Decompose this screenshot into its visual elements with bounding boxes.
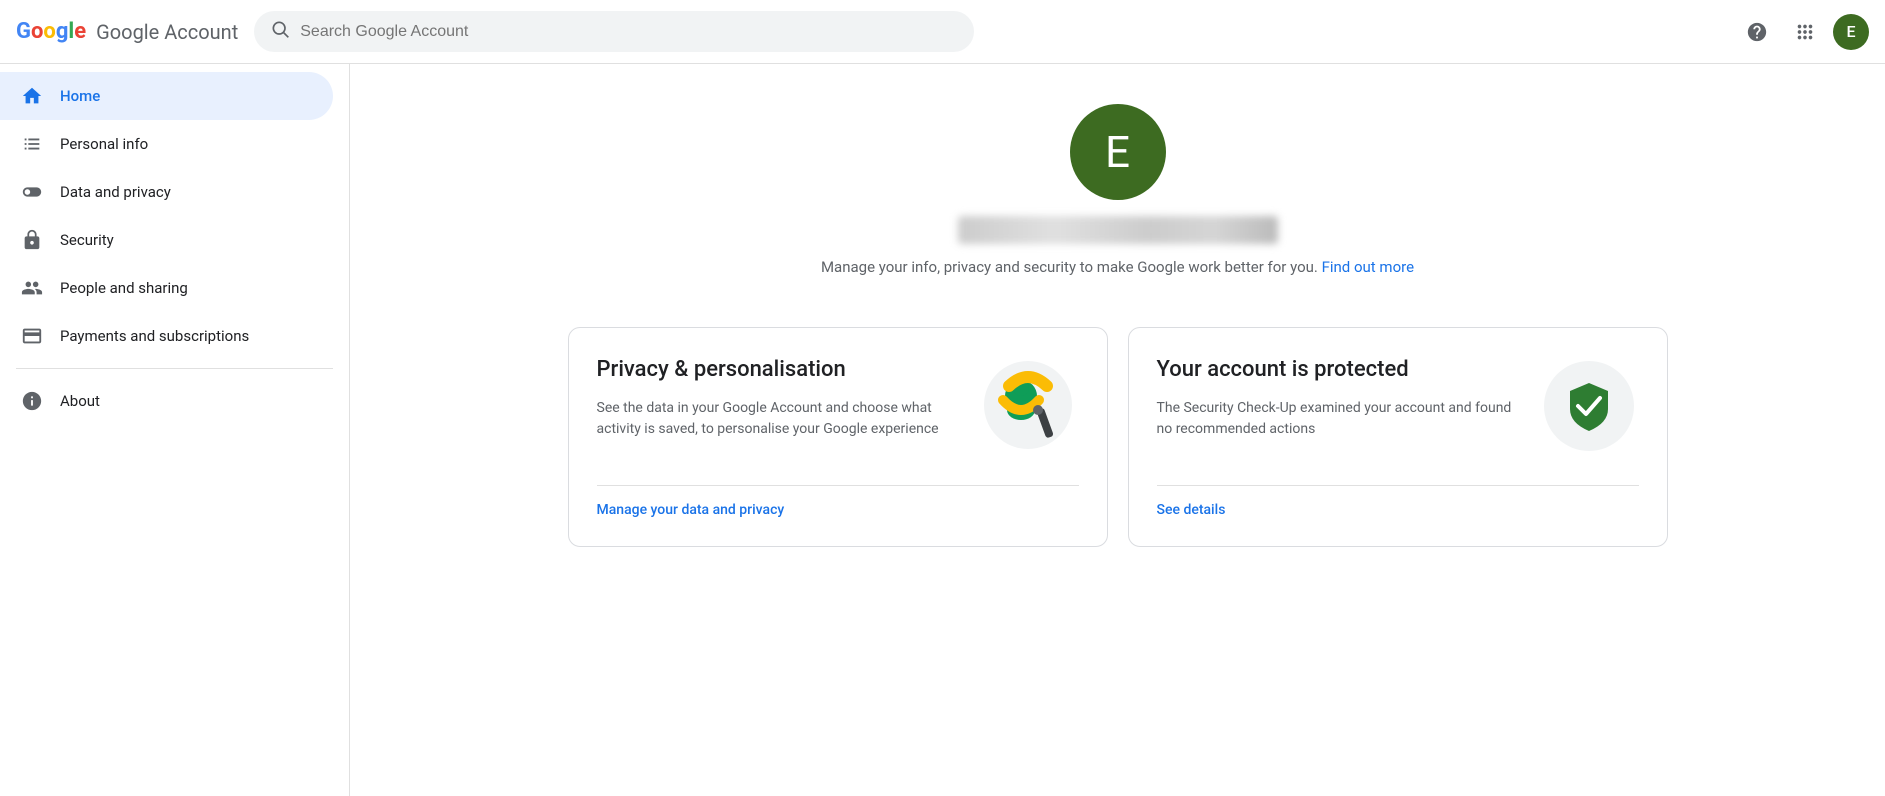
- apps-button[interactable]: [1785, 12, 1825, 52]
- sidebar-payments-label: Payments and subscriptions: [60, 327, 249, 345]
- shield-icon: [1554, 371, 1624, 441]
- search-icon: [270, 19, 290, 44]
- sidebar-item-security[interactable]: Security: [0, 216, 333, 264]
- privacy-card[interactable]: Privacy & personalisation See the data i…: [568, 327, 1108, 547]
- security-card-description: The Security Check-Up examined your acco…: [1157, 398, 1523, 440]
- profile-name-blurred: [958, 216, 1278, 244]
- header-avatar[interactable]: E: [1833, 14, 1869, 50]
- info-icon: [20, 389, 44, 413]
- privacy-illustration: [981, 358, 1076, 453]
- person-icon: [20, 132, 44, 156]
- security-card-text: Your account is protected The Security C…: [1157, 356, 1523, 441]
- profile-section: E Manage your info, privacy and security…: [821, 104, 1414, 311]
- find-out-more-link[interactable]: Find out more: [1322, 258, 1414, 276]
- profile-avatar: E: [1070, 104, 1166, 200]
- page-layout: Home Personal info Data and privacy: [0, 64, 1885, 796]
- search-bar[interactable]: [254, 11, 974, 52]
- privacy-card-content: Privacy & personalisation See the data i…: [597, 356, 1079, 465]
- header: Google Google Account E: [0, 0, 1885, 64]
- security-card-image: [1539, 356, 1639, 456]
- sidebar-divider: [16, 368, 333, 369]
- sidebar-personal-info-label: Personal info: [60, 135, 148, 153]
- privacy-card-image: [979, 356, 1079, 456]
- sidebar-about-label: About: [60, 392, 100, 410]
- lock-icon: [20, 228, 44, 252]
- sidebar-item-people-sharing[interactable]: People and sharing: [0, 264, 333, 312]
- home-icon: [20, 84, 44, 108]
- sidebar-data-privacy-label: Data and privacy: [60, 183, 171, 201]
- sidebar-item-personal-info[interactable]: Personal info: [0, 120, 333, 168]
- header-actions: E: [1737, 12, 1869, 52]
- sidebar-security-label: Security: [60, 231, 114, 249]
- sidebar-item-data-privacy[interactable]: Data and privacy: [0, 168, 333, 216]
- sidebar-item-payments[interactable]: Payments and subscriptions: [0, 312, 333, 360]
- security-card-link[interactable]: See details: [1157, 485, 1639, 518]
- privacy-card-description: See the data in your Google Account and …: [597, 398, 963, 440]
- sidebar-item-home[interactable]: Home: [0, 72, 333, 120]
- credit-card-icon: [20, 324, 44, 348]
- profile-description: Manage your info, privacy and security t…: [821, 256, 1414, 279]
- sidebar-home-label: Home: [60, 87, 100, 105]
- google-logo: Google: [16, 19, 86, 44]
- main-content: E Manage your info, privacy and security…: [350, 64, 1885, 796]
- account-text: Google Account: [96, 20, 238, 44]
- sidebar-item-about[interactable]: About: [0, 377, 333, 425]
- sidebar: Home Personal info Data and privacy: [0, 64, 350, 796]
- toggle-icon: [20, 180, 44, 204]
- security-card[interactable]: Your account is protected The Security C…: [1128, 327, 1668, 547]
- privacy-card-link[interactable]: Manage your data and privacy: [597, 485, 1079, 518]
- security-card-title: Your account is protected: [1157, 356, 1523, 385]
- privacy-card-text: Privacy & personalisation See the data i…: [597, 356, 963, 441]
- people-icon: [20, 276, 44, 300]
- security-card-content: Your account is protected The Security C…: [1157, 356, 1639, 465]
- privacy-card-title: Privacy & personalisation: [597, 356, 963, 385]
- sidebar-people-sharing-label: People and sharing: [60, 279, 188, 297]
- search-input[interactable]: [300, 23, 958, 41]
- cards-row: Privacy & personalisation See the data i…: [568, 327, 1668, 547]
- google-account-logo: Google Google Account: [16, 19, 238, 44]
- google-wordmark: Google: [16, 19, 86, 44]
- shield-container: [1544, 361, 1634, 451]
- help-button[interactable]: [1737, 12, 1777, 52]
